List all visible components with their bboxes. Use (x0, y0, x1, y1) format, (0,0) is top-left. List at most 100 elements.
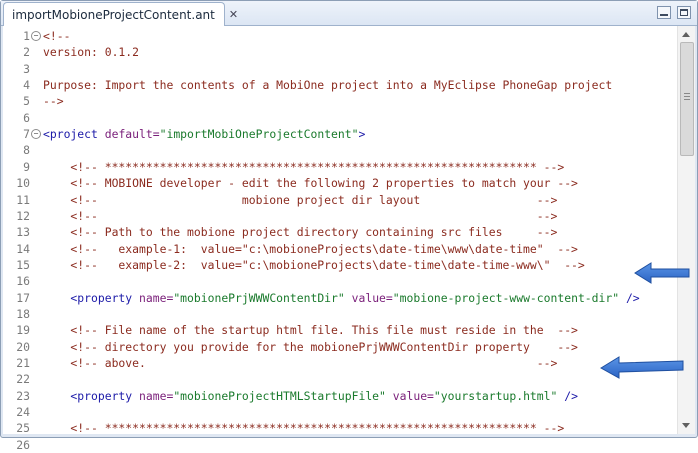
code-token: <!-- ***********************************… (43, 159, 565, 174)
code-line[interactable]: 1− <!-- (3, 28, 663, 44)
code-token: <!-- (43, 29, 71, 43)
blue-arrow-icon (634, 262, 690, 284)
code-text: <!-- MOBIONE developer - edit the follow… (43, 175, 577, 191)
code-line[interactable]: 7− <project default="importMobiOneProject… (3, 126, 663, 142)
code-token: <!-- File name of the startup html file.… (43, 323, 578, 338)
scroll-down-icon[interactable] (682, 423, 690, 428)
fold-toggle-icon[interactable]: − (31, 31, 41, 41)
line-number: 4 (23, 78, 30, 93)
line-number: 10 (16, 176, 30, 191)
fold-toggle-icon[interactable]: − (31, 129, 41, 140)
code-token: "yourstartup.html" (433, 388, 558, 403)
code-editor[interactable]: 1− <!-- 2 version: 0.1.2 3 4 Purpose: Import t… (3, 26, 695, 452)
code-token: default= (104, 127, 160, 142)
code-token: <!-- Path to the mobione project directo… (43, 225, 558, 240)
line-number: 23 (16, 388, 30, 403)
line-number: 2 (23, 45, 30, 60)
line-number: 15 (16, 257, 30, 272)
maximize-button[interactable] (677, 6, 691, 19)
code-token: <!-- ***********************************… (43, 421, 565, 436)
code-text: <!-- File name of the startup html file.… (43, 322, 578, 338)
code-text: --> (43, 93, 64, 109)
code-token: <!-- mobione project dir layout --> (43, 192, 558, 207)
code-token: <!-- directory you provide for the mobio… (43, 339, 578, 354)
code-text: <property name="mobionePrjWWWContentDir"… (43, 290, 639, 306)
code-token: name= (139, 290, 174, 305)
code-text: <!-- above. --> (43, 355, 557, 371)
code-text: <!-- ***********************************… (43, 159, 564, 175)
code-line[interactable]: 17 <property name="mobionePrjWWWContentD… (3, 290, 663, 306)
code-line[interactable]: 21 <!-- above. --> (3, 355, 663, 371)
code-line[interactable]: 3 (3, 61, 663, 77)
code-line[interactable]: 5 --> (3, 93, 663, 109)
code-text: Purpose: Import the contents of a MobiOn… (43, 77, 612, 93)
code-text: <!-- directory you provide for the mobio… (43, 339, 578, 355)
code-token: value= (385, 388, 434, 403)
line-number: 13 (16, 225, 30, 240)
code-line[interactable]: 9 <!-- *********************************… (3, 159, 663, 175)
code-line[interactable]: 19 <!-- File name of the startup html fi… (3, 322, 663, 338)
scroll-up-icon[interactable] (682, 32, 690, 37)
code-line[interactable]: 25 <!-- ********************************… (3, 420, 663, 436)
line-number: 12 (16, 208, 30, 223)
code-line[interactable]: 26 (3, 437, 663, 453)
code-line[interactable]: 20 <!-- directory you provide for the mo… (3, 339, 663, 355)
code-line[interactable]: 11 <!-- mobione project dir layout --> (3, 192, 663, 208)
code-line[interactable]: 4 Purpose: Import the contents of a MobiO… (3, 77, 663, 93)
code-token: version: 0.1.2 (43, 45, 140, 60)
code-token: /> (557, 388, 578, 403)
line-number: 3 (23, 61, 30, 76)
line-number: 17 (16, 290, 30, 305)
code-line[interactable]: 14 <!-- example-1: value="c:\mobioneProj… (3, 241, 663, 257)
code-line[interactable]: 8 (3, 142, 663, 158)
code-line[interactable]: 10 <!-- MOBIONE developer - edit the fol… (3, 175, 663, 191)
code-token: <!-- example-2: value="c:\mobioneProject… (43, 257, 585, 272)
code-text: <!-- example-2: value="c:\mobioneProject… (43, 257, 585, 273)
close-icon[interactable]: ✕ (229, 8, 238, 21)
code-token: <!-- --> (43, 208, 558, 223)
editor-window: importMobioneProjectContent.ant ✕ 1− <!--… (0, 0, 698, 452)
code-token: <property (43, 388, 140, 403)
code-token: <!-- above. --> (43, 356, 558, 370)
code-line[interactable]: 12 <!-- --> (3, 208, 663, 224)
scroll-thumb[interactable] (680, 42, 694, 156)
line-number: 14 (16, 241, 30, 256)
code-text: <!-- --> (43, 208, 557, 224)
line-number: 8 (23, 143, 30, 158)
code-line[interactable]: 24 (3, 404, 663, 420)
blue-arrow-icon (600, 356, 684, 379)
code-line[interactable]: 23 <property name="mobioneProjectHTMLSta… (3, 388, 663, 404)
line-number: 20 (16, 339, 30, 354)
code-line[interactable]: 16 (3, 273, 663, 289)
code-token: name= (139, 388, 174, 403)
line-number: 6 (23, 110, 30, 125)
line-number: 19 (16, 323, 30, 338)
line-number: 1 (23, 29, 30, 43)
code-token: <project (43, 127, 105, 142)
line-number: 26 (16, 437, 30, 452)
code-token: "mobione-project-www-content-dir" (392, 290, 620, 305)
tab-import-mobione-project-content[interactable]: importMobioneProjectContent.ant ✕ (3, 2, 238, 26)
code-line[interactable]: 15 <!-- example-2: value="c:\mobioneProj… (3, 257, 663, 273)
line-number: 7 (23, 127, 30, 142)
code-text: <!-- mobione project dir layout --> (43, 192, 557, 208)
code-line[interactable]: 13 <!-- Path to the mobione project dire… (3, 224, 663, 240)
code-text: version: 0.1.2 (43, 44, 139, 60)
code-line[interactable]: 6 (3, 110, 663, 126)
code-token: "mobionePrjWWWContentDir" (173, 290, 345, 305)
tab-bar: importMobioneProjectContent.ant ✕ (1, 1, 697, 26)
code-text: <!-- example-1: value="c:\mobioneProject… (43, 241, 577, 257)
code-token: <property (43, 290, 140, 305)
code-line[interactable]: 18 (3, 306, 663, 322)
line-number: 9 (23, 159, 30, 174)
line-number: 21 (16, 356, 30, 370)
code-token: "importMobiOneProjectContent" (159, 127, 359, 142)
minimize-button[interactable] (657, 6, 671, 19)
line-number: 22 (16, 372, 30, 387)
code-text: <!-- ***********************************… (43, 420, 564, 436)
code-line[interactable]: 2 version: 0.1.2 (3, 44, 663, 60)
line-number: 16 (16, 274, 30, 289)
code-line[interactable]: 22 (3, 371, 663, 387)
code-text: <!-- (43, 28, 70, 44)
code-token: "mobioneProjectHTMLStartupFile" (173, 388, 386, 403)
